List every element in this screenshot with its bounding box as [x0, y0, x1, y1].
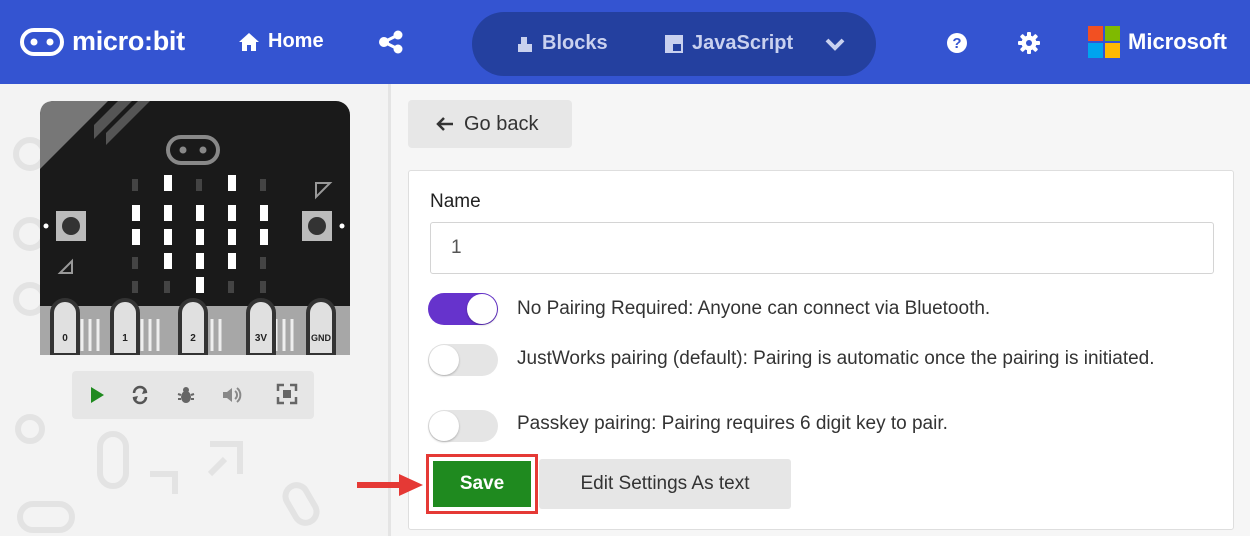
svg-text:?: ? — [952, 35, 961, 52]
bug-icon — [177, 387, 195, 403]
justworks-pairing-toggle[interactable] — [428, 344, 498, 376]
refresh-icon — [132, 385, 148, 405]
help-icon: ? — [947, 33, 967, 53]
go-back-button[interactable]: Go back — [408, 100, 572, 148]
help-button[interactable]: ? — [946, 32, 968, 59]
share-button[interactable] — [378, 30, 404, 59]
name-input[interactable] — [430, 222, 1214, 274]
mute-button[interactable] — [220, 385, 242, 410]
editor-dropdown-button[interactable] — [824, 36, 846, 57]
microsoft-label: Microsoft — [1128, 29, 1227, 54]
tab-javascript[interactable]: JavaScript — [664, 32, 793, 55]
tab-blocks-label: Blocks — [542, 32, 608, 54]
passkey-pairing-toggle[interactable] — [428, 410, 498, 442]
arrow-left-icon — [436, 117, 453, 131]
editor-toggle: Blocks JavaScript — [472, 12, 876, 76]
toggle-knob — [429, 411, 459, 441]
play-icon — [91, 387, 104, 403]
pin-0-label: 0 — [62, 333, 68, 344]
simulator-toolbar — [72, 371, 314, 419]
toggle-knob — [429, 345, 459, 375]
toggle-knob — [467, 294, 497, 324]
home-label: Home — [268, 30, 324, 52]
fullscreen-button[interactable] — [276, 383, 298, 410]
debug-button[interactable] — [176, 385, 196, 410]
go-back-label: Go back — [464, 112, 539, 135]
settings-button[interactable] — [1018, 32, 1040, 59]
microsoft-squares-icon — [1088, 26, 1120, 58]
brand-name: micro:bit — [72, 26, 185, 56]
name-label: Name — [430, 191, 481, 212]
home-icon — [239, 32, 259, 51]
no-pairing-toggle[interactable] — [428, 293, 498, 325]
blocks-icon — [518, 36, 532, 52]
no-pairing-label: No Pairing Required: Anyone can connect … — [517, 298, 991, 319]
justworks-pairing-label: JustWorks pairing (default): Pairing is … — [517, 348, 1155, 369]
volume-icon — [223, 387, 242, 403]
save-button[interactable]: Save — [433, 461, 531, 507]
fullscreen-icon — [276, 383, 298, 405]
share-icon — [379, 30, 403, 54]
pin-1-label: 1 — [122, 333, 128, 344]
microbit-logo[interactable]: micro:bit — [20, 26, 185, 57]
pin-2-label: 2 — [190, 333, 196, 344]
annotation-arrow-icon — [357, 474, 423, 496]
microbit-board[interactable]: 0 1 2 3V GND — [40, 101, 350, 355]
passkey-pairing-label: Passkey pairing: Pairing requires 6 digi… — [517, 413, 948, 434]
tab-blocks[interactable]: Blocks — [516, 32, 608, 55]
play-button[interactable] — [88, 385, 106, 410]
pin-3v-label: 3V — [255, 333, 268, 344]
pin-gnd-label: GND — [311, 333, 332, 343]
tab-javascript-label: JavaScript — [692, 32, 794, 54]
top-bar: micro:bit Home Blocks JavaScript ? Micro… — [0, 0, 1250, 84]
microsoft-logo[interactable]: Microsoft — [1088, 26, 1227, 58]
edit-settings-as-text-button[interactable]: Edit Settings As text — [539, 459, 791, 509]
javascript-icon — [665, 34, 683, 53]
simulator-panel: 0 1 2 3V GND — [0, 84, 388, 536]
microbit-face-icon — [20, 27, 64, 56]
gear-icon — [1018, 32, 1040, 54]
chevron-down-icon — [825, 38, 845, 51]
home-button[interactable]: Home — [238, 30, 324, 53]
restart-button[interactable] — [130, 385, 150, 410]
